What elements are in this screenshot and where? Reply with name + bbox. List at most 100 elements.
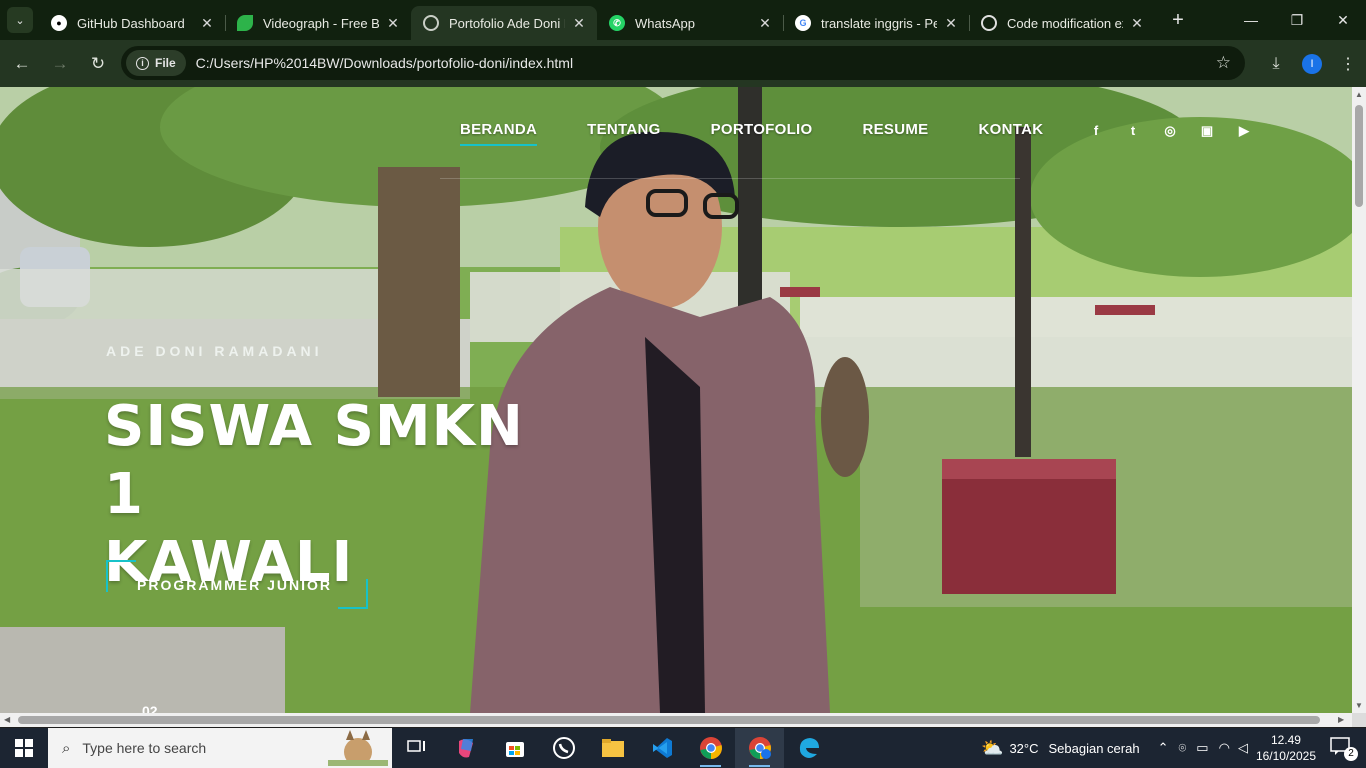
- nav-divider: [440, 178, 1020, 179]
- file-explorer-icon[interactable]: [588, 728, 637, 768]
- github-icon: ●: [51, 15, 67, 31]
- restore-icon[interactable]: ❐: [1274, 0, 1320, 40]
- partly-cloudy-icon: ⛅: [981, 737, 1004, 758]
- close-icon[interactable]: ✕: [199, 15, 215, 32]
- search-icon: ⌕: [62, 739, 71, 757]
- google-icon: G: [795, 15, 811, 31]
- system-tray: ⛅ 32°C Sebagian cerah ⌃ ⌾ ▭ ◠ ◁ 12.49 16…: [981, 728, 1366, 768]
- minimize-icon[interactable]: —: [1228, 0, 1274, 40]
- tab-translate[interactable]: G translate inggris - Pe ✕: [783, 6, 970, 40]
- tab-github[interactable]: ● GitHub Dashboard ✕: [39, 6, 226, 40]
- wifi-icon[interactable]: ◠: [1219, 740, 1230, 756]
- vscode-icon[interactable]: [637, 728, 686, 768]
- back-icon[interactable]: ←: [6, 48, 38, 80]
- task-view-icon[interactable]: [392, 728, 441, 768]
- twitter-icon[interactable]: t: [1125, 123, 1141, 139]
- url-text[interactable]: C:/Users/HP%2014BW/Downloads/portofolio-…: [196, 55, 573, 71]
- close-icon[interactable]: ✕: [1129, 15, 1145, 32]
- openai-icon: [981, 15, 997, 31]
- battery-icon[interactable]: ▭: [1196, 740, 1208, 756]
- windows-start-icon[interactable]: [0, 728, 48, 768]
- close-icon[interactable]: ✕: [757, 15, 773, 32]
- copilot-icon[interactable]: [441, 728, 490, 768]
- profile-button[interactable]: I: [1294, 53, 1330, 74]
- scroll-up-icon[interactable]: ▲: [1355, 90, 1363, 99]
- address-bar[interactable]: i File C:/Users/HP%2014BW/Downloads/port…: [121, 46, 1245, 80]
- tab-title: Portofolio Ade Doni R: [449, 15, 565, 31]
- bookmark-star-icon[interactable]: ☆: [1216, 53, 1231, 73]
- whatsapp-icon: ✆: [609, 15, 625, 31]
- tab-strip: ⌄ ● GitHub Dashboard ✕ Videograph - Free…: [0, 0, 1366, 40]
- horizontal-scrollbar[interactable]: ◀ ▶: [0, 713, 1352, 727]
- site-info-chip[interactable]: i File: [126, 50, 186, 76]
- notification-count: 2: [1344, 747, 1358, 761]
- page-viewport: BERANDA TENTANG PORTOFOLIO RESUME KONTAK…: [0, 87, 1352, 713]
- instagram-icon[interactable]: ▣: [1199, 123, 1215, 139]
- tab-whatsapp[interactable]: ✆ WhatsApp ✕: [597, 6, 784, 40]
- weather-widget[interactable]: ⛅ 32°C Sebagian cerah: [981, 738, 1140, 759]
- nav-kontak[interactable]: KONTAK: [978, 121, 1043, 138]
- chevron-up-icon[interactable]: ⌃: [1158, 740, 1169, 756]
- nav-portofolio[interactable]: PORTOFOLIO: [711, 121, 813, 138]
- cta-button[interactable]: PROGRAMMER JUNIOR: [106, 560, 368, 609]
- tab-videograph[interactable]: Videograph - Free Bo ✕: [225, 6, 411, 40]
- download-icon[interactable]: ⤓: [1258, 55, 1294, 73]
- nav-beranda[interactable]: BERANDA: [460, 121, 538, 146]
- window-controls: — ❐ ✕: [1228, 0, 1366, 40]
- vertical-scrollbar[interactable]: ▲ ▼: [1352, 87, 1366, 713]
- tab-search-button[interactable]: ⌄: [7, 7, 33, 33]
- chrome-icon[interactable]: [686, 728, 735, 768]
- scroll-thumb[interactable]: [1355, 105, 1363, 207]
- clock-date: 16/10/2025: [1255, 749, 1316, 763]
- clock[interactable]: 12.49 16/10/2025: [1256, 732, 1316, 764]
- close-icon[interactable]: ✕: [943, 15, 959, 32]
- windows-taskbar: ⌕ Type here to search ⛅ 32°C Sebagian ce…: [0, 728, 1366, 768]
- whatsapp-app-icon[interactable]: [539, 728, 588, 768]
- info-icon: i: [136, 56, 149, 70]
- browser-toolbar: ← → ↻ i File C:/Users/HP%2014BW/Download…: [0, 40, 1366, 87]
- main-nav: BERANDA TENTANG PORTOFOLIO RESUME KONTAK: [460, 121, 1043, 146]
- nav-resume[interactable]: RESUME: [863, 121, 929, 138]
- tab-chatgpt[interactable]: Code modification ex ✕: [969, 6, 1155, 40]
- tab-title: Code modification ex: [1007, 15, 1123, 31]
- dribbble-icon[interactable]: ◎: [1162, 123, 1178, 139]
- weather-temp: 32°C: [1009, 740, 1039, 756]
- tab-title: WhatsApp: [635, 15, 695, 31]
- close-icon[interactable]: ✕: [571, 15, 587, 32]
- scroll-right-icon[interactable]: ▶: [1338, 715, 1344, 724]
- slide-counter: 02: [142, 703, 158, 713]
- cta-label: PROGRAMMER JUNIOR: [137, 577, 333, 593]
- close-icon[interactable]: ✕: [385, 15, 401, 32]
- meet-icon[interactable]: ⌾: [1178, 740, 1186, 756]
- tab-title: translate inggris - Pe: [821, 15, 937, 31]
- social-links: f t ◎ ▣ ▶: [1088, 123, 1252, 139]
- avatar: I: [1302, 53, 1322, 74]
- search-placeholder: Type here to search: [82, 740, 207, 756]
- headline-line-1: SISWA SMKN 1: [104, 394, 524, 527]
- reload-icon[interactable]: ↻: [82, 48, 114, 80]
- volume-icon[interactable]: ◁: [1238, 740, 1248, 756]
- microsoft-store-icon[interactable]: [490, 728, 539, 768]
- facebook-icon[interactable]: f: [1088, 123, 1104, 139]
- tab-title: GitHub Dashboard: [77, 15, 185, 31]
- nav-tentang[interactable]: TENTANG: [587, 121, 660, 138]
- leaf-icon: [237, 15, 253, 31]
- new-tab-button[interactable]: +: [1165, 9, 1191, 32]
- weather-desc: Sebagian cerah: [1048, 740, 1140, 756]
- menu-kebab-icon[interactable]: ⋮: [1330, 54, 1366, 74]
- scroll-down-icon[interactable]: ▼: [1355, 701, 1363, 710]
- edge-icon[interactable]: [784, 728, 833, 768]
- youtube-icon[interactable]: ▶: [1236, 123, 1252, 139]
- chip-label: File: [155, 56, 176, 70]
- close-window-icon[interactable]: ✕: [1320, 0, 1366, 40]
- scroll-left-icon[interactable]: ◀: [4, 715, 10, 724]
- search-highlight-lynx-icon: [328, 730, 388, 766]
- tab-portofolio[interactable]: Portofolio Ade Doni R ✕: [411, 6, 597, 40]
- chrome-profile-icon[interactable]: [735, 728, 784, 768]
- forward-icon[interactable]: →: [44, 48, 76, 80]
- tab-title: Videograph - Free Bo: [263, 15, 379, 31]
- hscroll-thumb[interactable]: [18, 716, 1320, 724]
- taskbar-search-box[interactable]: ⌕ Type here to search: [48, 728, 392, 768]
- notification-center-icon[interactable]: 2: [1330, 737, 1358, 761]
- clock-time: 12.49: [1270, 733, 1301, 747]
